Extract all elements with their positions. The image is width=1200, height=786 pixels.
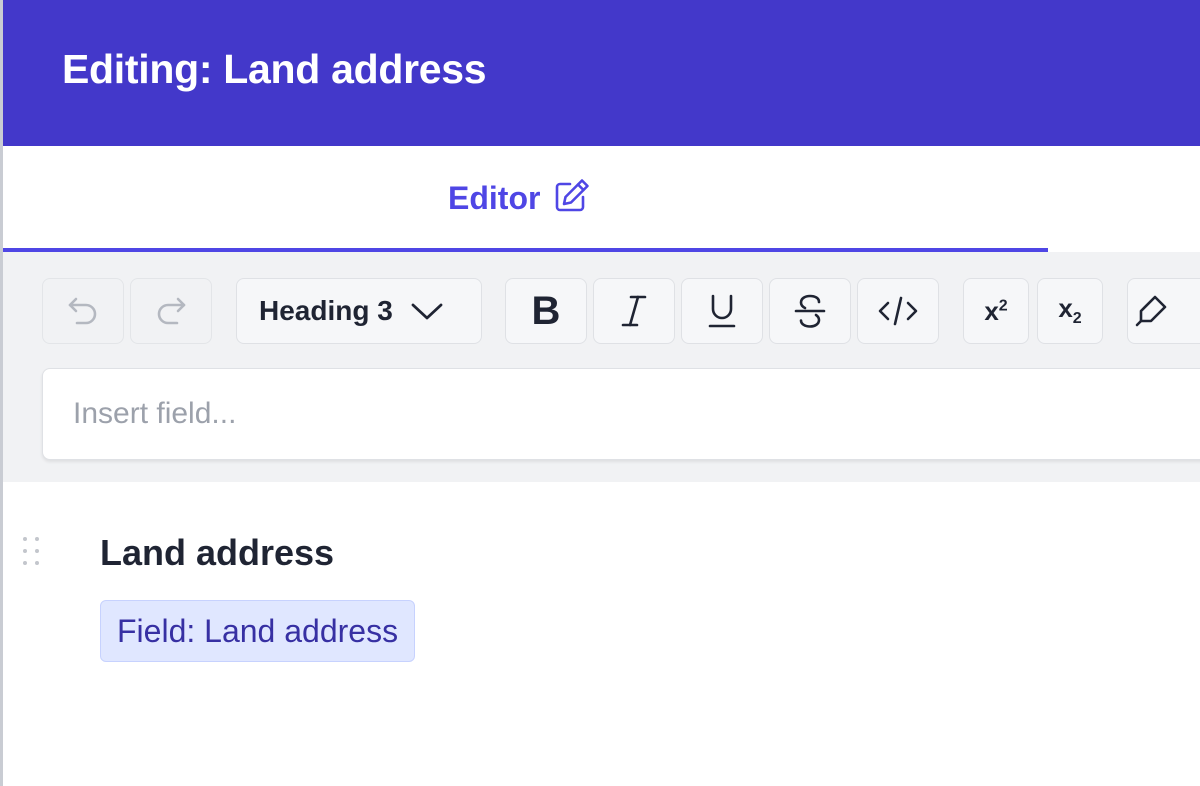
tab-editor-label: Editor [448,180,541,216]
bold-label: B [531,288,561,333]
code-button[interactable] [857,278,939,344]
editor-toolbar: Heading 3 B x2 x2 Insert field... [0,252,1200,482]
italic-icon [614,291,654,331]
heading-select[interactable]: Heading 3 [236,278,482,344]
content-heading[interactable]: Land address [100,532,334,574]
italic-button[interactable] [593,278,675,344]
undo-icon [63,291,103,331]
editor-content[interactable]: Land address Field: Land address [0,482,1200,786]
chevron-down-icon [409,299,445,323]
strikethrough-button[interactable] [769,278,851,344]
tab-editor[interactable]: Editor [0,146,1048,252]
bold-button[interactable]: B [505,278,587,344]
redo-button[interactable] [130,278,212,344]
highlight-button[interactable] [1127,278,1200,344]
strikethrough-icon [790,291,830,331]
superscript-button[interactable]: x2 [963,278,1029,344]
tab-bar: Editor [0,146,1200,252]
editor-header: Editing: Land address [0,0,1200,146]
undo-button[interactable] [42,278,124,344]
heading-select-value: Heading 3 [259,295,393,326]
page-title: Editing: Land address [62,46,487,92]
pencil-square-icon [552,176,592,221]
window-left-border [0,0,3,786]
superscript-label: x2 [984,295,1008,326]
subscript-label: x2 [1058,293,1082,328]
code-icon [876,291,920,331]
redo-icon [151,291,191,331]
insert-field-input[interactable] [73,397,1200,431]
highlighter-icon [1131,291,1171,331]
field-chip[interactable]: Field: Land address [100,600,416,662]
underline-button[interactable] [681,278,763,344]
subscript-button[interactable]: x2 [1037,278,1103,344]
drag-handle-icon[interactable] [20,534,42,573]
insert-field-container [42,368,1200,460]
underline-icon [702,291,742,331]
